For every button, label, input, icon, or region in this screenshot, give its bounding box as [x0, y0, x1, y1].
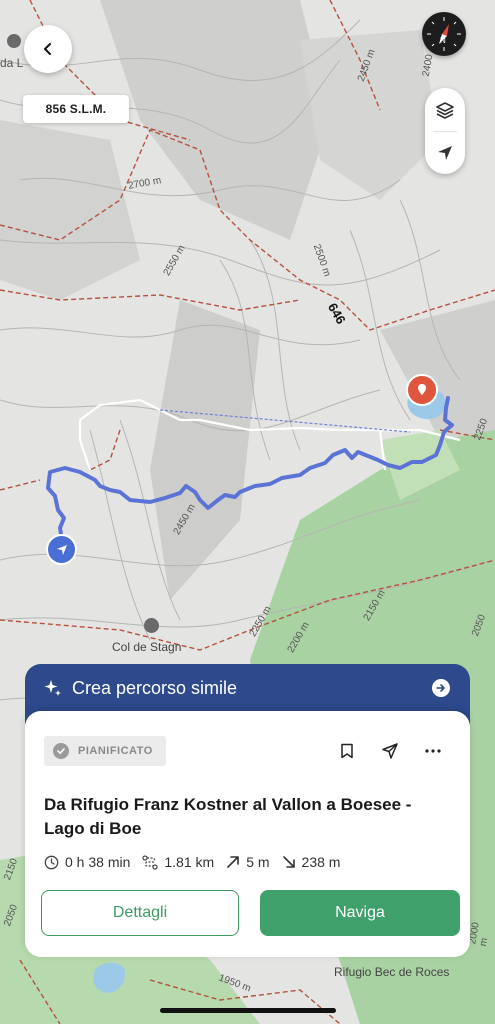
- duration-value: 0 h 38 min: [65, 854, 131, 870]
- col-de-stagn-icon: [144, 618, 159, 633]
- locate-button[interactable]: [425, 131, 465, 174]
- navigation-arrow-icon: [56, 544, 67, 555]
- poi-icon-top-left: [7, 34, 21, 48]
- location-arrow-icon: [438, 145, 452, 160]
- start-location-marker[interactable]: [46, 534, 77, 565]
- map-label-rifugio-bec: Rifugio Bec de Roces: [334, 965, 450, 979]
- ascent-value: 5 m: [246, 854, 270, 870]
- descent-value: 238 m: [301, 854, 341, 870]
- send-icon: [382, 743, 398, 759]
- elevation-badge: 856 S.L.M.: [23, 95, 129, 123]
- details-button[interactable]: Dettagli: [41, 890, 239, 936]
- check-icon: [53, 743, 69, 759]
- route-distance-icon: [142, 854, 158, 870]
- ascent-stat: 5 m: [226, 854, 270, 870]
- more-horizontal-icon: [425, 749, 441, 753]
- map-label-col-de-stagn: Col de Stagn: [112, 640, 182, 654]
- ascent-arrow-icon: [227, 856, 239, 868]
- layers-button[interactable]: [425, 88, 465, 131]
- banner-label[interactable]: Crea percorso simile: [72, 678, 237, 699]
- home-indicator: [160, 1008, 336, 1013]
- compass-icon: N: [427, 17, 461, 51]
- descent-stat: 238 m: [282, 854, 341, 870]
- route-title: Da Rifugio Franz Kostner al Vallon a Boe…: [44, 795, 412, 838]
- navigate-button[interactable]: Naviga: [260, 890, 460, 936]
- status-label: PIANIFICATO: [78, 745, 153, 757]
- distance-value: 1.81 km: [164, 854, 215, 870]
- location-pin-icon: [418, 384, 426, 395]
- arrow-right-icon: [436, 684, 445, 692]
- clock-icon: [44, 855, 59, 869]
- descent-arrow-icon: [282, 856, 295, 868]
- distance-stat: 1.81 km: [142, 854, 214, 870]
- route-stats: 0 h 38 min 1.81 km 5 m 238 m: [44, 851, 352, 873]
- compass-button[interactable]: N: [422, 12, 466, 56]
- banner-arrow-button[interactable]: [432, 679, 450, 697]
- duration-stat: 0 h 38 min: [44, 854, 130, 870]
- map-label-top-left: da L: [0, 56, 24, 70]
- bookmark-button[interactable]: [334, 738, 360, 764]
- bookmark-icon: [341, 743, 353, 759]
- status-chip: PIANIFICATO: [44, 736, 166, 766]
- share-button[interactable]: [377, 738, 403, 764]
- back-button[interactable]: [24, 25, 72, 73]
- layers-icon: [436, 101, 454, 119]
- destination-pin[interactable]: [406, 374, 438, 406]
- more-options-button[interactable]: [420, 738, 446, 764]
- sparkle-icon: [44, 680, 61, 696]
- chevron-left-icon: [44, 43, 51, 55]
- svg-text:N: N: [440, 36, 446, 45]
- map-controls: [425, 88, 465, 174]
